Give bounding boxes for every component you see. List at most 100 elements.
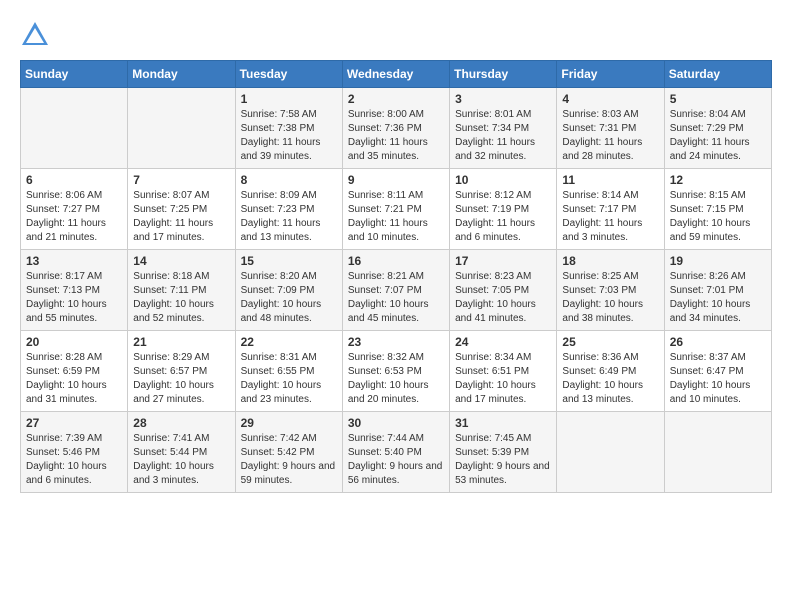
day-number: 29 (241, 416, 337, 430)
day-info: Sunrise: 8:11 AM Sunset: 7:21 PM Dayligh… (348, 189, 444, 245)
calendar-cell: 18 Sunrise: 8:25 AM Sunset: 7:03 PM Dayli… (557, 250, 664, 331)
week-row-4: 20 Sunrise: 8:28 AM Sunset: 6:59 PM Dayli… (21, 331, 772, 412)
day-number: 7 (133, 173, 229, 187)
calendar-cell: 17 Sunrise: 8:23 AM Sunset: 7:05 PM Dayli… (450, 250, 557, 331)
day-number: 17 (455, 254, 551, 268)
day-header-tuesday: Tuesday (235, 61, 342, 88)
calendar-cell: 8 Sunrise: 8:09 AM Sunset: 7:23 PM Daylig… (235, 169, 342, 250)
day-info: Sunrise: 8:23 AM Sunset: 7:05 PM Dayligh… (455, 270, 551, 326)
day-number: 5 (670, 92, 766, 106)
week-row-1: 1 Sunrise: 7:58 AM Sunset: 7:38 PM Daylig… (21, 88, 772, 169)
day-header-wednesday: Wednesday (342, 61, 449, 88)
calendar-cell: 31 Sunrise: 7:45 AM Sunset: 5:39 PM Dayli… (450, 412, 557, 493)
day-info: Sunrise: 8:06 AM Sunset: 7:27 PM Dayligh… (26, 189, 122, 245)
calendar-cell: 1 Sunrise: 7:58 AM Sunset: 7:38 PM Daylig… (235, 88, 342, 169)
day-info: Sunrise: 8:32 AM Sunset: 6:53 PM Dayligh… (348, 351, 444, 407)
day-info: Sunrise: 8:26 AM Sunset: 7:01 PM Dayligh… (670, 270, 766, 326)
calendar-cell: 23 Sunrise: 8:32 AM Sunset: 6:53 PM Dayli… (342, 331, 449, 412)
calendar-cell: 16Sunrise: 8:21 AM Sunset: 7:07 PM Dayli… (342, 250, 449, 331)
calendar-cell (21, 88, 128, 169)
calendar-cell: 5 Sunrise: 8:04 AM Sunset: 7:29 PM Daylig… (664, 88, 771, 169)
calendar-cell: 7Sunrise: 8:07 AM Sunset: 7:25 PM Daylig… (128, 169, 235, 250)
day-number: 10 (455, 173, 551, 187)
calendar-cell: 15 Sunrise: 8:20 AM Sunset: 7:09 PM Dayli… (235, 250, 342, 331)
day-number: 13 (26, 254, 122, 268)
day-number: 19 (670, 254, 766, 268)
calendar-cell: 9Sunrise: 8:11 AM Sunset: 7:21 PM Daylig… (342, 169, 449, 250)
day-header-monday: Monday (128, 61, 235, 88)
day-info: Sunrise: 8:14 AM Sunset: 7:17 PM Dayligh… (562, 189, 658, 245)
calendar-cell: 13 Sunrise: 8:17 AM Sunset: 7:13 PM Dayli… (21, 250, 128, 331)
day-info: Sunrise: 8:31 AM Sunset: 6:55 PM Dayligh… (241, 351, 337, 407)
day-info: Sunrise: 7:39 AM Sunset: 5:46 PM Dayligh… (26, 432, 122, 488)
day-number: 3 (455, 92, 551, 106)
day-number: 21 (133, 335, 229, 349)
calendar-cell (128, 88, 235, 169)
day-info: Sunrise: 7:44 AM Sunset: 5:40 PM Dayligh… (348, 432, 444, 488)
day-number: 24 (455, 335, 551, 349)
day-number: 20 (26, 335, 122, 349)
day-info: Sunrise: 8:37 AM Sunset: 6:47 PM Dayligh… (670, 351, 766, 407)
day-info: Sunrise: 8:09 AM Sunset: 7:23 PM Dayligh… (241, 189, 337, 245)
calendar-cell: 10 Sunrise: 8:12 AM Sunset: 7:19 PM Dayli… (450, 169, 557, 250)
day-number: 14 (133, 254, 229, 268)
day-number: 26 (670, 335, 766, 349)
day-info: Sunrise: 8:21 AM Sunset: 7:07 PM Dayligh… (348, 270, 444, 326)
week-row-3: 13 Sunrise: 8:17 AM Sunset: 7:13 PM Dayli… (21, 250, 772, 331)
calendar-table: SundayMondayTuesdayWednesdayThursdayFrid… (20, 60, 772, 493)
logo (20, 20, 54, 50)
day-number: 23 (348, 335, 444, 349)
day-info: Sunrise: 8:34 AM Sunset: 6:51 PM Dayligh… (455, 351, 551, 407)
day-number: 27 (26, 416, 122, 430)
calendar-cell: 6 Sunrise: 8:06 AM Sunset: 7:27 PM Daylig… (21, 169, 128, 250)
day-info: Sunrise: 8:01 AM Sunset: 7:34 PM Dayligh… (455, 108, 551, 164)
day-info: Sunrise: 8:04 AM Sunset: 7:29 PM Dayligh… (670, 108, 766, 164)
day-info: Sunrise: 8:00 AM Sunset: 7:36 PM Dayligh… (348, 108, 444, 164)
calendar-cell: 4Sunrise: 8:03 AM Sunset: 7:31 PM Daylig… (557, 88, 664, 169)
day-info: Sunrise: 8:15 AM Sunset: 7:15 PM Dayligh… (670, 189, 766, 245)
day-info: Sunrise: 8:12 AM Sunset: 7:19 PM Dayligh… (455, 189, 551, 245)
day-number: 12 (670, 173, 766, 187)
calendar-cell: 11 Sunrise: 8:14 AM Sunset: 7:17 PM Dayli… (557, 169, 664, 250)
logo-icon (20, 20, 50, 50)
calendar-cell (664, 412, 771, 493)
calendar-cell: 29 Sunrise: 7:42 AM Sunset: 5:42 PM Dayli… (235, 412, 342, 493)
week-row-2: 6 Sunrise: 8:06 AM Sunset: 7:27 PM Daylig… (21, 169, 772, 250)
day-number: 31 (455, 416, 551, 430)
calendar-cell: 19 Sunrise: 8:26 AM Sunset: 7:01 PM Dayli… (664, 250, 771, 331)
day-number: 1 (241, 92, 337, 106)
day-number: 11 (562, 173, 658, 187)
day-info: Sunrise: 8:17 AM Sunset: 7:13 PM Dayligh… (26, 270, 122, 326)
day-info: Sunrise: 8:29 AM Sunset: 6:57 PM Dayligh… (133, 351, 229, 407)
day-number: 2 (348, 92, 444, 106)
calendar-cell: 14Sunrise: 8:18 AM Sunset: 7:11 PM Dayli… (128, 250, 235, 331)
day-number: 18 (562, 254, 658, 268)
day-number: 22 (241, 335, 337, 349)
week-row-5: 27 Sunrise: 7:39 AM Sunset: 5:46 PM Dayli… (21, 412, 772, 493)
day-header-friday: Friday (557, 61, 664, 88)
day-number: 30 (348, 416, 444, 430)
day-info: Sunrise: 8:28 AM Sunset: 6:59 PM Dayligh… (26, 351, 122, 407)
day-number: 25 (562, 335, 658, 349)
calendar-cell: 28Sunrise: 7:41 AM Sunset: 5:44 PM Dayli… (128, 412, 235, 493)
day-info: Sunrise: 8:25 AM Sunset: 7:03 PM Dayligh… (562, 270, 658, 326)
calendar-cell: 22 Sunrise: 8:31 AM Sunset: 6:55 PM Dayli… (235, 331, 342, 412)
calendar-cell: 24 Sunrise: 8:34 AM Sunset: 6:51 PM Dayli… (450, 331, 557, 412)
calendar-cell: 30 Sunrise: 7:44 AM Sunset: 5:40 PM Dayli… (342, 412, 449, 493)
calendar-cell: 20 Sunrise: 8:28 AM Sunset: 6:59 PM Dayli… (21, 331, 128, 412)
calendar-cell (557, 412, 664, 493)
day-number: 15 (241, 254, 337, 268)
day-info: Sunrise: 7:45 AM Sunset: 5:39 PM Dayligh… (455, 432, 551, 488)
day-info: Sunrise: 7:42 AM Sunset: 5:42 PM Dayligh… (241, 432, 337, 488)
calendar-cell: 12 Sunrise: 8:15 AM Sunset: 7:15 PM Dayli… (664, 169, 771, 250)
calendar-cell: 2 Sunrise: 8:00 AM Sunset: 7:36 PM Daylig… (342, 88, 449, 169)
day-number: 8 (241, 173, 337, 187)
day-number: 28 (133, 416, 229, 430)
day-number: 4 (562, 92, 658, 106)
day-header-sunday: Sunday (21, 61, 128, 88)
calendar-cell: 26 Sunrise: 8:37 AM Sunset: 6:47 PM Dayli… (664, 331, 771, 412)
day-info: Sunrise: 7:58 AM Sunset: 7:38 PM Dayligh… (241, 108, 337, 164)
day-number: 6 (26, 173, 122, 187)
day-info: Sunrise: 8:20 AM Sunset: 7:09 PM Dayligh… (241, 270, 337, 326)
day-header-saturday: Saturday (664, 61, 771, 88)
